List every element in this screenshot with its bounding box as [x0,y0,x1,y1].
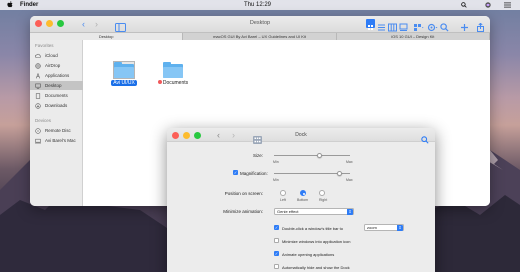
position-bottom-radio[interactable] [300,190,306,196]
dock-titlebar: ‹ › Dock [167,128,435,144]
finder-tab-bar: Desktop macOS GUI By Avi Barel – UX Guid… [30,32,490,40]
sidebar-item-label: Downloads [45,103,68,108]
menu-search-icon[interactable] [460,1,468,9]
position-label: Position on screen: [224,191,263,196]
search-icon[interactable] [421,131,429,149]
chevron-updown-icon: ⇕ [397,225,403,231]
position-bottom-label: Bottom [297,198,309,202]
dock-preferences-window: ‹ › Dock Size: Min Max ✓ Magnification: … [167,128,435,272]
list-view-icon[interactable] [377,19,388,31]
finder-sidebar: Favorites iCloud AirDrop Applications De… [30,40,83,206]
position-right-label: Right [319,198,328,202]
magnification-label: Magnification: [240,171,268,176]
downloads-icon [35,102,41,109]
sidebar-item-label: Documents [45,93,68,98]
sidebar-item-avi-barels-mac[interactable]: Avi Barel's Mac [30,136,83,145]
magnification-slider-knob[interactable] [336,170,342,176]
airdrop-icon [35,62,41,69]
menu-list-icon[interactable] [503,1,511,9]
animate-opening-checkbox[interactable]: ✓ [274,251,279,256]
minimize-into-icon-label: Minimize windows into application icon [282,238,351,244]
dock-window-title: Dock [295,132,307,138]
sidebar-item-applications[interactable]: Applications [30,71,83,80]
action-gear-icon[interactable] [427,19,438,32]
file-label: Documents [156,80,190,86]
minimize-animation-select[interactable]: Genie effect ⇕ [274,208,354,215]
tag-dot-icon [157,80,162,84]
search-icon[interactable] [440,19,451,32]
apple-menu-icon[interactable] [7,1,13,10]
add-tab-icon[interactable] [460,19,471,31]
computer-icon [35,138,41,144]
desktop-icon [35,83,41,89]
finder-titlebar: ‹ › Desktop [30,16,490,32]
sidebar-item-label: Remote Disc [45,128,71,133]
sidebar-header-favorites: Favorites [35,43,54,48]
chevron-updown-icon: ⇕ [347,209,353,215]
sidebar-item-label: AirDrop [45,63,61,68]
auto-hide-checkbox[interactable] [274,264,279,269]
size-label: Size: [252,153,263,158]
sidebar-item-desktop[interactable]: Desktop [30,81,83,90]
size-slider-knob[interactable] [317,152,323,158]
sidebar-item-label: iCloud [45,53,58,58]
minimize-animation-label: Minimize animation: [223,209,263,214]
sidebar-item-icloud[interactable]: iCloud [30,51,83,60]
position-left-radio[interactable] [280,190,286,196]
tab-desktop[interactable]: Desktop [30,33,184,40]
folder-icon [163,62,183,78]
animate-opening-label: Animate opening applications [282,251,335,257]
double-click-checkbox[interactable]: ✓ [274,225,279,230]
auto-hide-label: Automatically hide and show the Dock [282,264,350,270]
double-click-label: Double-click a window's title bar to [282,225,344,231]
file-label-text: Documents [162,80,189,86]
double-click-value: zoom [367,225,377,230]
documents-icon [35,92,41,99]
file-item-documents[interactable]: Documents [153,62,193,86]
folder-icon [113,61,135,79]
magnification-max-label: Max [346,178,353,182]
disc-icon [35,127,41,134]
menu-app-name[interactable]: Finder [20,2,38,8]
sidebar-header-devices: Devices [35,118,52,123]
minimize-into-icon-checkbox[interactable] [274,238,279,243]
size-slider[interactable] [274,155,350,156]
size-min-label: Min [273,160,279,164]
applications-icon [35,72,41,79]
tab-macos-gui[interactable]: macOS GUI By Avi Barel – UX Guidelines a… [183,33,337,40]
position-left-label: Left [280,198,286,202]
file-item-avi-ui-ux[interactable]: Avi UI/UX [109,61,139,86]
sidebar-item-documents[interactable]: Documents [30,91,83,100]
double-click-select[interactable]: zoom ⇕ [364,224,404,231]
gallery-view-icon[interactable] [399,19,410,31]
size-max-label: Max [346,160,353,164]
magnification-min-label: Min [273,178,279,182]
column-view-icon[interactable] [388,19,399,32]
file-label: Avi UI/UX [111,80,137,86]
sidebar-item-label: Avi Barel's Mac [45,138,76,143]
cloud-icon [35,53,41,59]
sidebar-item-label: Applications [45,73,70,78]
menu-clock[interactable]: Thu 12:29 [244,2,271,8]
icon-view-icon[interactable] [366,19,375,30]
sidebar-item-label: Desktop [45,83,62,88]
share-icon[interactable] [476,19,487,32]
minimize-animation-value: Genie effect [277,209,299,214]
sidebar-item-downloads[interactable]: Downloads [30,101,83,110]
tab-ios-gui[interactable]: iOS 10 GUI – Design Kit [337,33,490,40]
magnification-checkbox[interactable]: ✓ [233,170,238,175]
sidebar-item-remote-disc[interactable]: Remote Disc [30,126,83,135]
sidebar-item-airdrop[interactable]: AirDrop [30,61,83,70]
menu-bar: Finder Thu 12:29 [0,0,520,10]
position-right-radio[interactable] [319,190,325,196]
menu-siri-icon[interactable] [484,1,492,9]
arrange-icon[interactable] [413,19,424,31]
